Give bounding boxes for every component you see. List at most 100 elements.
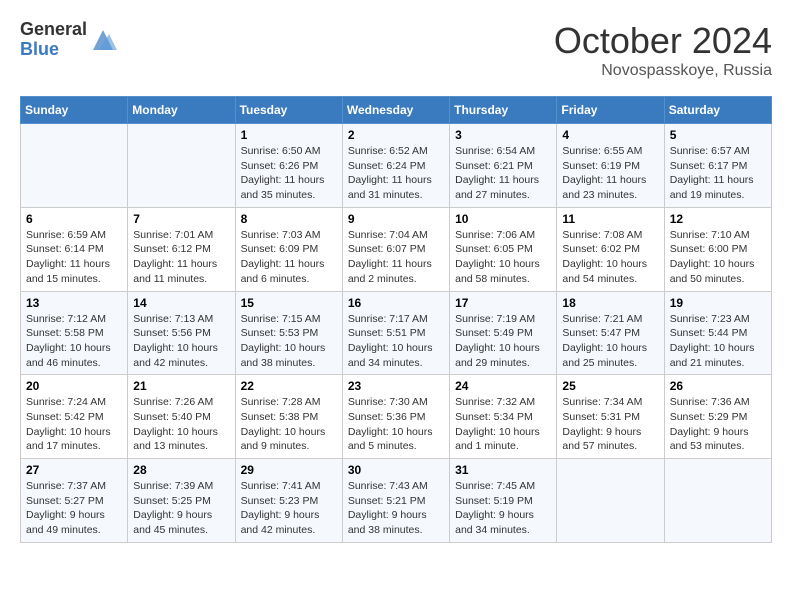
calendar-cell bbox=[557, 459, 664, 543]
calendar-cell: 31 Sunrise: 7:45 AM Sunset: 5:19 PM Dayli… bbox=[450, 459, 557, 543]
day-info: Sunrise: 6:57 AM Sunset: 6:17 PM Dayligh… bbox=[670, 144, 766, 203]
calendar-week-row: 13 Sunrise: 7:12 AM Sunset: 5:58 PM Dayli… bbox=[21, 291, 772, 375]
day-info: Sunrise: 7:39 AM Sunset: 5:25 PM Dayligh… bbox=[133, 479, 229, 538]
day-number: 7 bbox=[133, 212, 229, 226]
day-number: 18 bbox=[562, 296, 658, 310]
calendar-cell: 11 Sunrise: 7:08 AM Sunset: 6:02 PM Dayli… bbox=[557, 207, 664, 291]
day-info: Sunrise: 7:41 AM Sunset: 5:23 PM Dayligh… bbox=[241, 479, 337, 538]
day-number: 8 bbox=[241, 212, 337, 226]
day-info: Sunrise: 7:28 AM Sunset: 5:38 PM Dayligh… bbox=[241, 395, 337, 454]
day-info: Sunrise: 7:01 AM Sunset: 6:12 PM Dayligh… bbox=[133, 228, 229, 287]
day-number: 19 bbox=[670, 296, 766, 310]
day-number: 27 bbox=[26, 463, 122, 477]
calendar-table: SundayMondayTuesdayWednesdayThursdayFrid… bbox=[20, 96, 772, 543]
calendar-cell: 12 Sunrise: 7:10 AM Sunset: 6:00 PM Dayli… bbox=[664, 207, 771, 291]
calendar-cell: 21 Sunrise: 7:26 AM Sunset: 5:40 PM Dayli… bbox=[128, 375, 235, 459]
day-number: 30 bbox=[348, 463, 444, 477]
calendar-week-row: 6Sunrise: 6:59 AM Sunset: 6:14 PM Daylig… bbox=[21, 207, 772, 291]
day-number: 11 bbox=[562, 212, 658, 226]
day-number: 26 bbox=[670, 379, 766, 393]
month-title: October 2024 bbox=[554, 20, 772, 62]
calendar-week-row: 27 Sunrise: 7:37 AM Sunset: 5:27 PM Dayli… bbox=[21, 459, 772, 543]
day-number: 21 bbox=[133, 379, 229, 393]
calendar-header-wednesday: Wednesday bbox=[342, 97, 449, 124]
logo-blue-text: Blue bbox=[20, 40, 87, 60]
day-info: Sunrise: 6:55 AM Sunset: 6:19 PM Dayligh… bbox=[562, 144, 658, 203]
calendar-cell: 17 Sunrise: 7:19 AM Sunset: 5:49 PM Dayli… bbox=[450, 291, 557, 375]
day-info: Sunrise: 7:06 AM Sunset: 6:05 PM Dayligh… bbox=[455, 228, 551, 287]
day-number: 13 bbox=[26, 296, 122, 310]
calendar-cell bbox=[128, 124, 235, 208]
calendar-week-row: 20 Sunrise: 7:24 AM Sunset: 5:42 PM Dayli… bbox=[21, 375, 772, 459]
logo: General Blue bbox=[20, 20, 117, 60]
day-info: Sunrise: 6:54 AM Sunset: 6:21 PM Dayligh… bbox=[455, 144, 551, 203]
day-info: Sunrise: 7:12 AM Sunset: 5:58 PM Dayligh… bbox=[26, 312, 122, 371]
calendar-cell: 19 Sunrise: 7:23 AM Sunset: 5:44 PM Dayli… bbox=[664, 291, 771, 375]
day-info: Sunrise: 7:37 AM Sunset: 5:27 PM Dayligh… bbox=[26, 479, 122, 538]
day-info: Sunrise: 7:19 AM Sunset: 5:49 PM Dayligh… bbox=[455, 312, 551, 371]
day-number: 10 bbox=[455, 212, 551, 226]
day-info: Sunrise: 7:30 AM Sunset: 5:36 PM Dayligh… bbox=[348, 395, 444, 454]
day-number: 17 bbox=[455, 296, 551, 310]
calendar-week-row: 1 Sunrise: 6:50 AM Sunset: 6:26 PM Daylig… bbox=[21, 124, 772, 208]
location: Novospasskoye, Russia bbox=[554, 62, 772, 80]
day-number: 31 bbox=[455, 463, 551, 477]
day-info: Sunrise: 7:26 AM Sunset: 5:40 PM Dayligh… bbox=[133, 395, 229, 454]
day-number: 9 bbox=[348, 212, 444, 226]
day-number: 24 bbox=[455, 379, 551, 393]
calendar-cell: 8 Sunrise: 7:03 AM Sunset: 6:09 PM Daylig… bbox=[235, 207, 342, 291]
day-info: Sunrise: 7:43 AM Sunset: 5:21 PM Dayligh… bbox=[348, 479, 444, 538]
day-number: 5 bbox=[670, 128, 766, 142]
calendar-header-row: SundayMondayTuesdayWednesdayThursdayFrid… bbox=[21, 97, 772, 124]
day-info: Sunrise: 7:08 AM Sunset: 6:02 PM Dayligh… bbox=[562, 228, 658, 287]
day-info: Sunrise: 7:24 AM Sunset: 5:42 PM Dayligh… bbox=[26, 395, 122, 454]
calendar-cell bbox=[21, 124, 128, 208]
calendar-cell: 24 Sunrise: 7:32 AM Sunset: 5:34 PM Dayli… bbox=[450, 375, 557, 459]
calendar-cell: 18Sunrise: 7:21 AM Sunset: 5:47 PM Dayli… bbox=[557, 291, 664, 375]
calendar-cell: 1 Sunrise: 6:50 AM Sunset: 6:26 PM Daylig… bbox=[235, 124, 342, 208]
calendar-cell: 9 Sunrise: 7:04 AM Sunset: 6:07 PM Daylig… bbox=[342, 207, 449, 291]
day-info: Sunrise: 7:17 AM Sunset: 5:51 PM Dayligh… bbox=[348, 312, 444, 371]
calendar-cell: 6Sunrise: 6:59 AM Sunset: 6:14 PM Daylig… bbox=[21, 207, 128, 291]
day-info: Sunrise: 6:52 AM Sunset: 6:24 PM Dayligh… bbox=[348, 144, 444, 203]
calendar-cell: 30 Sunrise: 7:43 AM Sunset: 5:21 PM Dayli… bbox=[342, 459, 449, 543]
day-number: 28 bbox=[133, 463, 229, 477]
calendar-header-monday: Monday bbox=[128, 97, 235, 124]
calendar-header-thursday: Thursday bbox=[450, 97, 557, 124]
calendar-cell: 10 Sunrise: 7:06 AM Sunset: 6:05 PM Dayli… bbox=[450, 207, 557, 291]
page-header: General Blue October 2024 Novospasskoye,… bbox=[20, 20, 772, 80]
day-info: Sunrise: 7:36 AM Sunset: 5:29 PM Dayligh… bbox=[670, 395, 766, 454]
logo-icon bbox=[89, 26, 117, 54]
day-number: 14 bbox=[133, 296, 229, 310]
day-number: 22 bbox=[241, 379, 337, 393]
calendar-header-friday: Friday bbox=[557, 97, 664, 124]
day-number: 20 bbox=[26, 379, 122, 393]
day-number: 29 bbox=[241, 463, 337, 477]
calendar-cell: 3Sunrise: 6:54 AM Sunset: 6:21 PM Daylig… bbox=[450, 124, 557, 208]
calendar-header-saturday: Saturday bbox=[664, 97, 771, 124]
day-number: 12 bbox=[670, 212, 766, 226]
logo-general-text: General bbox=[20, 20, 87, 40]
day-number: 6 bbox=[26, 212, 122, 226]
day-info: Sunrise: 7:04 AM Sunset: 6:07 PM Dayligh… bbox=[348, 228, 444, 287]
calendar-cell: 26 Sunrise: 7:36 AM Sunset: 5:29 PM Dayli… bbox=[664, 375, 771, 459]
calendar-cell: 29 Sunrise: 7:41 AM Sunset: 5:23 PM Dayli… bbox=[235, 459, 342, 543]
calendar-cell: 13 Sunrise: 7:12 AM Sunset: 5:58 PM Dayli… bbox=[21, 291, 128, 375]
calendar-cell: 27 Sunrise: 7:37 AM Sunset: 5:27 PM Dayli… bbox=[21, 459, 128, 543]
calendar-cell: 25Sunrise: 7:34 AM Sunset: 5:31 PM Dayli… bbox=[557, 375, 664, 459]
calendar-cell: 20 Sunrise: 7:24 AM Sunset: 5:42 PM Dayli… bbox=[21, 375, 128, 459]
title-block: October 2024 Novospasskoye, Russia bbox=[554, 20, 772, 80]
calendar-cell: 14 Sunrise: 7:13 AM Sunset: 5:56 PM Dayli… bbox=[128, 291, 235, 375]
day-info: Sunrise: 7:13 AM Sunset: 5:56 PM Dayligh… bbox=[133, 312, 229, 371]
day-info: Sunrise: 7:34 AM Sunset: 5:31 PM Dayligh… bbox=[562, 395, 658, 454]
day-info: Sunrise: 7:03 AM Sunset: 6:09 PM Dayligh… bbox=[241, 228, 337, 287]
day-info: Sunrise: 7:32 AM Sunset: 5:34 PM Dayligh… bbox=[455, 395, 551, 454]
calendar-cell: 4Sunrise: 6:55 AM Sunset: 6:19 PM Daylig… bbox=[557, 124, 664, 208]
day-info: Sunrise: 7:45 AM Sunset: 5:19 PM Dayligh… bbox=[455, 479, 551, 538]
calendar-cell bbox=[664, 459, 771, 543]
day-info: Sunrise: 6:50 AM Sunset: 6:26 PM Dayligh… bbox=[241, 144, 337, 203]
day-info: Sunrise: 7:10 AM Sunset: 6:00 PM Dayligh… bbox=[670, 228, 766, 287]
day-info: Sunrise: 7:23 AM Sunset: 5:44 PM Dayligh… bbox=[670, 312, 766, 371]
day-number: 2 bbox=[348, 128, 444, 142]
day-number: 1 bbox=[241, 128, 337, 142]
